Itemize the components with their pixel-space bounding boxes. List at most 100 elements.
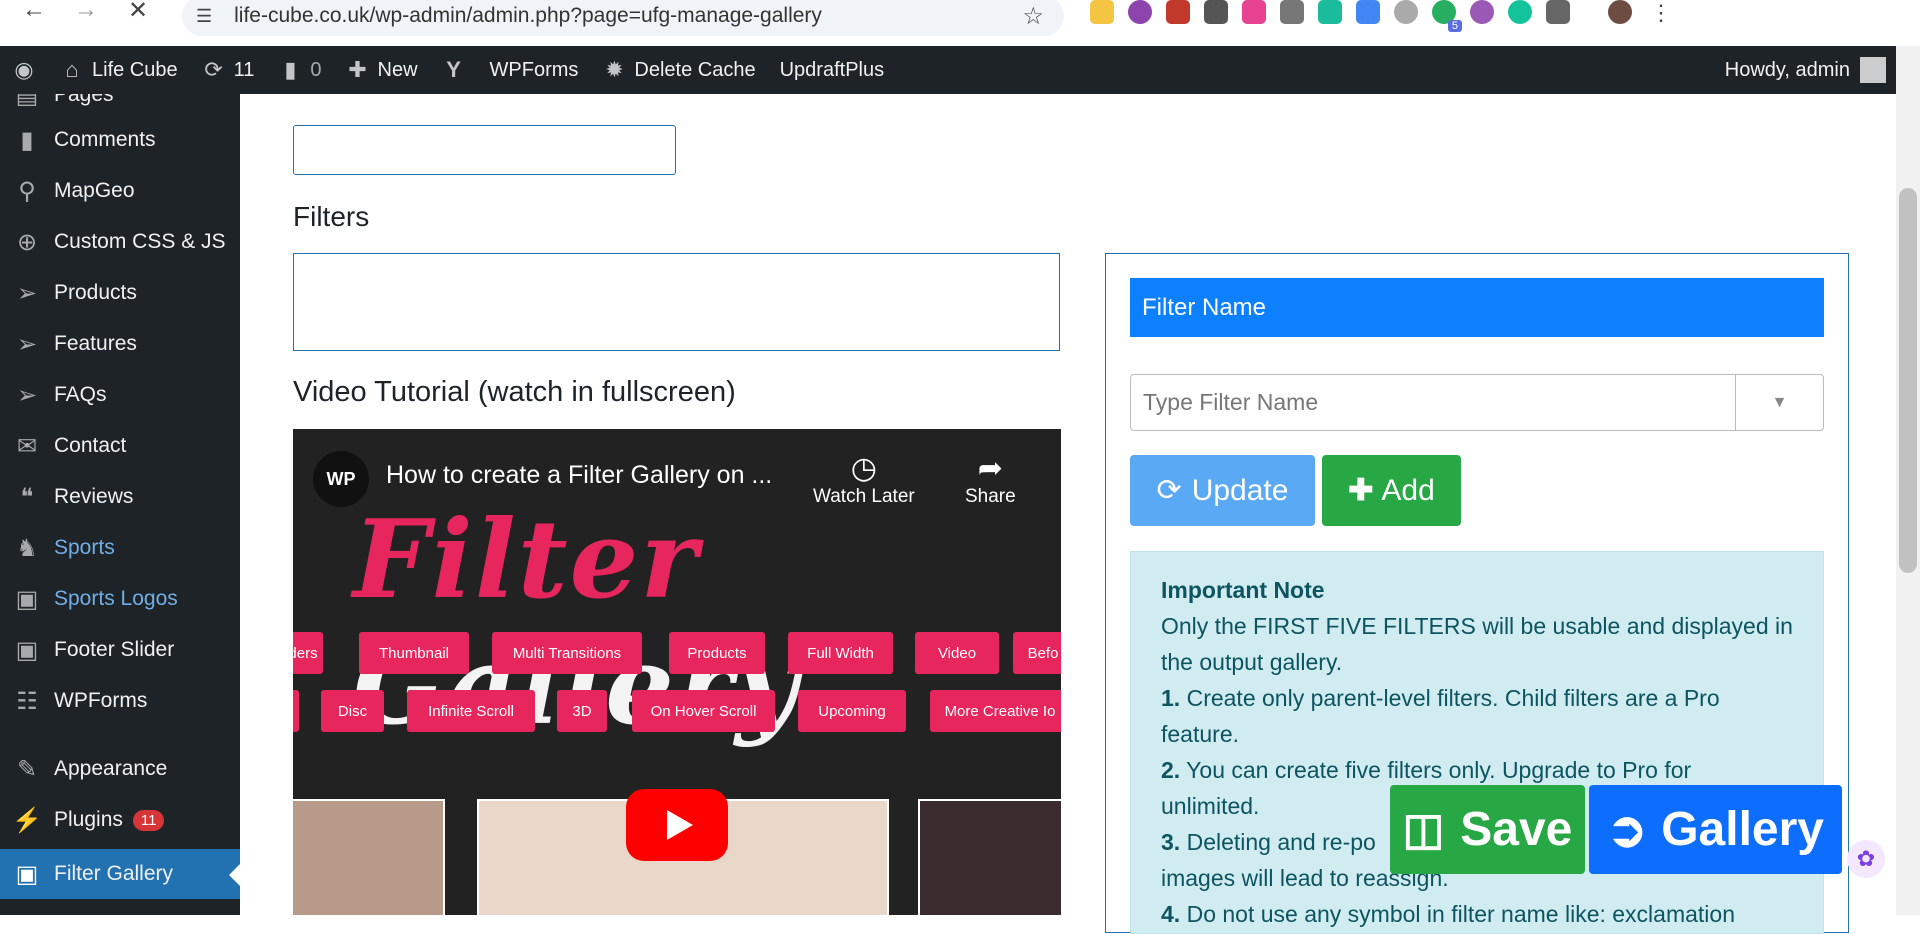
comments-count: 0 — [310, 58, 322, 81]
plus-icon: ✚ — [1348, 474, 1374, 507]
back-icon[interactable]: ← — [14, 0, 54, 30]
admin-sidebar: ▤ Pages ▮ Comments ⚲ MapGeo ⊕ Custom CSS… — [0, 94, 240, 915]
puzzle-icon[interactable] — [1546, 0, 1570, 24]
sidebar-item-faqs[interactable]: ➢ FAQs — [0, 370, 240, 420]
youtube-play-button[interactable] — [626, 789, 728, 861]
wpforms-label: WPForms — [489, 58, 579, 81]
sidebar-item-reviews[interactable]: ❝ Reviews — [0, 472, 240, 522]
images-icon: ▣ — [15, 636, 39, 664]
update-button[interactable]: ⟳ Update — [1130, 455, 1315, 526]
sidebar-item-wpforms[interactable]: ☷ WPForms — [0, 676, 240, 726]
cheetah-icon: ✹ — [605, 57, 624, 82]
yoast-menu[interactable]: Y — [430, 46, 478, 94]
forward-icon[interactable]: → — [66, 0, 106, 30]
bookmark-star-icon[interactable]: ☆ — [1022, 2, 1044, 31]
wordpress-icon: ◉ — [14, 57, 34, 82]
note-intro: Only the FIRST FIVE FILTERS will be usab… — [1161, 613, 1793, 675]
wp-admin-bar: ◉ ⌂ Life Cube ⟳ 11 ▮ 0 ✚ New Y WPForms ✹… — [0, 46, 1896, 94]
refresh-icon: ⟳ — [1156, 474, 1182, 507]
avatar — [1860, 57, 1886, 83]
home-icon: ⌂ — [65, 57, 79, 82]
brain-extension-icon[interactable]: ✿ — [1847, 840, 1885, 878]
extension-icon[interactable] — [1470, 0, 1494, 24]
sidebar-item-sports[interactable]: ♞ Sports — [0, 523, 240, 573]
stop-loading-icon[interactable]: ✕ — [118, 0, 158, 30]
translate-icon[interactable] — [1356, 0, 1380, 24]
save-button[interactable]: ◫ Save — [1390, 785, 1585, 874]
wp-logo-menu[interactable]: ◉ — [0, 46, 48, 94]
grammarly-icon[interactable] — [1508, 0, 1532, 24]
new-content-menu[interactable]: ✚ New — [334, 46, 430, 94]
wpforms-menu[interactable]: WPForms — [478, 46, 591, 94]
sidebar-item-sports-logos[interactable]: ▣ Sports Logos — [0, 574, 240, 624]
caret-down-icon: ▼ — [1771, 393, 1788, 411]
link-icon[interactable] — [1280, 0, 1304, 24]
extension-icon[interactable] — [1128, 0, 1152, 24]
clock-icon: ◷ — [850, 452, 877, 485]
profile-avatar[interactable] — [1608, 0, 1632, 24]
browser-menu-icon[interactable]: ⋮ — [1650, 0, 1672, 25]
plus-circle-icon: ⊕ — [16, 228, 38, 256]
sidebar-item-appearance[interactable]: ✎ Appearance — [0, 744, 240, 794]
extension-badge: 5 — [1447, 20, 1462, 32]
site-name-menu[interactable]: ⌂ Life Cube — [48, 46, 190, 94]
sidebar-item-contact[interactable]: ✉ Contact — [0, 421, 240, 471]
filter-dropdown-toggle[interactable]: ▼ — [1735, 375, 1823, 430]
brush-icon: ✎ — [16, 755, 38, 783]
watch-later-button[interactable]: ◷ Watch Later — [813, 451, 915, 508]
pin-icon: ➢ — [16, 330, 38, 358]
note-title: Important Note — [1161, 577, 1325, 603]
extension-icon[interactable] — [1090, 0, 1114, 24]
sidebar-item-custom-css[interactable]: ⊕ Custom CSS & JS — [0, 217, 240, 267]
add-button[interactable]: ✚ Add — [1322, 455, 1461, 526]
note-item: 4. Do not use any symbol in filter name … — [1161, 901, 1735, 927]
save-label: Save — [1460, 803, 1573, 856]
site-settings-icon[interactable]: ☰ — [196, 6, 212, 27]
sidebar-item-filter-gallery[interactable]: ▣ Filter Gallery — [0, 849, 240, 899]
thumbnail-tag: Infinite Scroll — [407, 690, 535, 732]
sidebar-item-comments[interactable]: ▮ Comments — [0, 115, 240, 165]
updraftplus-menu[interactable]: UpdraftPlus — [768, 46, 897, 94]
video-embed[interactable]: Filter Gallery WP How to create a Filter… — [293, 429, 1061, 915]
updates-count: 11 — [233, 58, 255, 81]
gallery-button[interactable]: ➲ Gallery — [1589, 785, 1842, 874]
gallery-name-input[interactable] — [293, 125, 676, 175]
filters-heading: Filters — [293, 201, 370, 232]
extension-icon[interactable] — [1318, 0, 1342, 24]
current-menu-arrow — [229, 864, 240, 886]
thumbnail-tag: Video — [915, 632, 999, 674]
thumbnail-tag: Disc — [321, 690, 384, 732]
sidebar-item-mapgeo[interactable]: ⚲ MapGeo — [0, 166, 240, 216]
scrollbar-thumb[interactable] — [1899, 188, 1917, 573]
updates-menu[interactable]: ⟳ 11 — [190, 46, 267, 94]
channel-logo[interactable]: WP — [313, 451, 369, 507]
howdy-text: Howdy, admin — [1724, 58, 1850, 81]
sidebar-item-plugins[interactable]: ⚡ Plugins 11 — [0, 795, 240, 845]
yoast-icon: Y — [446, 57, 461, 82]
images-icon: ▣ — [15, 585, 39, 613]
form-icon: ☷ — [16, 687, 38, 715]
update-label: Update — [1191, 473, 1289, 507]
delete-cache-menu[interactable]: ✹ Delete Cache — [590, 46, 767, 94]
sidebar-item-products[interactable]: ➢ Products — [0, 268, 240, 318]
extension-icon[interactable]: 5 — [1432, 0, 1462, 32]
extension-icon[interactable] — [1166, 0, 1190, 24]
share-button[interactable]: ➦ Share — [965, 451, 1016, 508]
video-title[interactable]: How to create a Filter Gallery on ... — [386, 461, 772, 490]
account-menu[interactable]: Howdy, admin — [1725, 46, 1886, 94]
extension-icon[interactable] — [1204, 0, 1228, 24]
thumbnail-word-filter: Filter — [353, 497, 700, 623]
thumbnail-tag: 3D — [557, 690, 607, 732]
sidebar-item-features[interactable]: ➢ Features — [0, 319, 240, 369]
sidebar-item-footer-slider[interactable]: ▣ Footer Slider — [0, 625, 240, 675]
thumbnail-tag — [293, 690, 299, 732]
map-pin-icon: ⚲ — [18, 177, 36, 205]
extension-icon[interactable] — [1242, 0, 1266, 24]
extension-icon[interactable] — [1394, 0, 1418, 24]
filter-name-input[interactable] — [1131, 375, 1736, 430]
video-tutorial-heading: Video Tutorial (watch in fullscreen) — [293, 376, 736, 408]
address-bar[interactable]: ☰ life-cube.co.uk/wp-admin/admin.php?pag… — [182, 0, 1064, 36]
plugins-update-badge: 11 — [132, 809, 165, 831]
pages-icon: ▤ — [15, 94, 39, 109]
comments-menu[interactable]: ▮ 0 — [266, 46, 333, 94]
